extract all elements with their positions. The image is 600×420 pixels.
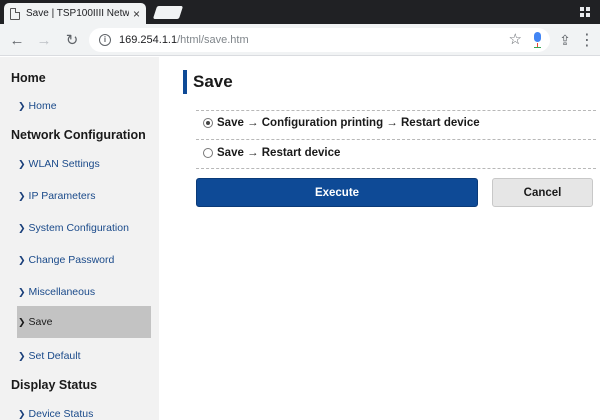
option-save-restart[interactable]: Save → Restart device	[203, 147, 340, 159]
sidebar-item-label: Miscellaneous	[28, 286, 96, 298]
option-save-config-print-restart[interactable]: Save → Configuration printing → Restart …	[203, 117, 480, 129]
close-tab-icon[interactable]: ×	[133, 8, 140, 20]
sidebar-item-label: Device Status	[28, 408, 94, 420]
sidebar-heading-home: Home	[11, 71, 46, 85]
new-tab-button[interactable]	[152, 6, 184, 19]
sidebar-item-label: Save	[28, 316, 53, 328]
more-menu-icon[interactable]: ⋮	[578, 24, 596, 56]
document-icon	[10, 7, 20, 20]
browser-tab[interactable]: Save | TSP100IIII Network Utility ×	[4, 3, 146, 24]
chevron-right-icon: ❯	[18, 286, 26, 297]
chevron-right-icon: ❯	[18, 408, 26, 419]
chevron-right-icon: ❯	[18, 316, 26, 327]
url-path: /html/save.htm	[177, 34, 249, 46]
sidebar-item-label: Set Default	[28, 350, 81, 362]
page-title: Save	[183, 70, 233, 94]
reload-icon[interactable]: ↻	[61, 24, 83, 56]
cancel-button[interactable]: Cancel	[492, 178, 593, 207]
browser-toolbar: ← → ↻ i 169.254.1.1/html/save.htm ☆ ⇪ ⋮	[0, 24, 600, 56]
chevron-right-icon: ❯	[18, 222, 26, 233]
option-label: Save → Configuration printing → Restart …	[217, 117, 480, 129]
address-bar[interactable]: i 169.254.1.1/html/save.htm ☆	[89, 28, 550, 52]
sidebar-item-miscellaneous[interactable]: ❯ Miscellaneous	[17, 276, 151, 308]
sidebar-item-label: Home	[28, 100, 57, 112]
chevron-right-icon: ❯	[18, 350, 26, 361]
divider	[196, 110, 596, 111]
sidebar-item-label: WLAN Settings	[28, 158, 100, 170]
divider	[196, 139, 596, 140]
divider	[196, 168, 596, 169]
tab-grid-icon[interactable]	[580, 7, 590, 17]
tab-title: Save | TSP100IIII Network Utility	[26, 8, 129, 19]
sidebar-heading-network-configuration: Network Configuration	[11, 128, 146, 142]
info-icon[interactable]: i	[99, 34, 111, 46]
mic-icon[interactable]	[533, 32, 542, 48]
share-icon[interactable]: ⇪	[556, 24, 574, 56]
star-icon[interactable]: ☆	[509, 30, 522, 50]
sidebar-item-system-configuration[interactable]: ❯ System Configuration	[17, 212, 151, 244]
sidebar-item-label: Change Password	[28, 254, 115, 266]
sidebar-item-label: System Configuration	[28, 222, 129, 234]
sidebar-item-device-status[interactable]: ❯ Device Status	[17, 398, 151, 420]
sidebar-item-ip-parameters[interactable]: ❯ IP Parameters	[17, 180, 151, 212]
sidebar-item-wlan-settings[interactable]: ❯ WLAN Settings	[17, 148, 151, 180]
sidebar-item-home[interactable]: ❯ Home	[17, 90, 151, 122]
sidebar-item-set-default[interactable]: ❯ Set Default	[17, 340, 151, 372]
forward-arrow-icon[interactable]: →	[33, 24, 55, 56]
chevron-right-icon: ❯	[18, 100, 26, 111]
sidebar-heading-display-status: Display Status	[11, 378, 98, 392]
option-label: Save → Restart device	[217, 147, 341, 159]
sidebar-item-change-password[interactable]: ❯ Change Password	[17, 244, 151, 276]
url-text[interactable]: 169.254.1.1/html/save.htm	[119, 34, 249, 46]
back-arrow-icon[interactable]: ←	[6, 24, 28, 56]
url-host: 169.254.1.1	[119, 34, 178, 46]
radio-button-checked[interactable]	[203, 118, 213, 128]
sidebar-item-save[interactable]: ❯ Save	[17, 306, 151, 338]
execute-button[interactable]: Execute	[196, 178, 478, 207]
sidebar: Home ❯ Home Network Configuration ❯ WLAN…	[0, 57, 159, 420]
chevron-right-icon: ❯	[18, 190, 26, 201]
radio-button[interactable]	[203, 148, 213, 158]
chevron-right-icon: ❯	[18, 254, 26, 265]
chevron-right-icon: ❯	[18, 158, 26, 169]
sidebar-item-label: IP Parameters	[28, 190, 96, 202]
tab-strip: Save | TSP100IIII Network Utility ×	[0, 0, 600, 24]
